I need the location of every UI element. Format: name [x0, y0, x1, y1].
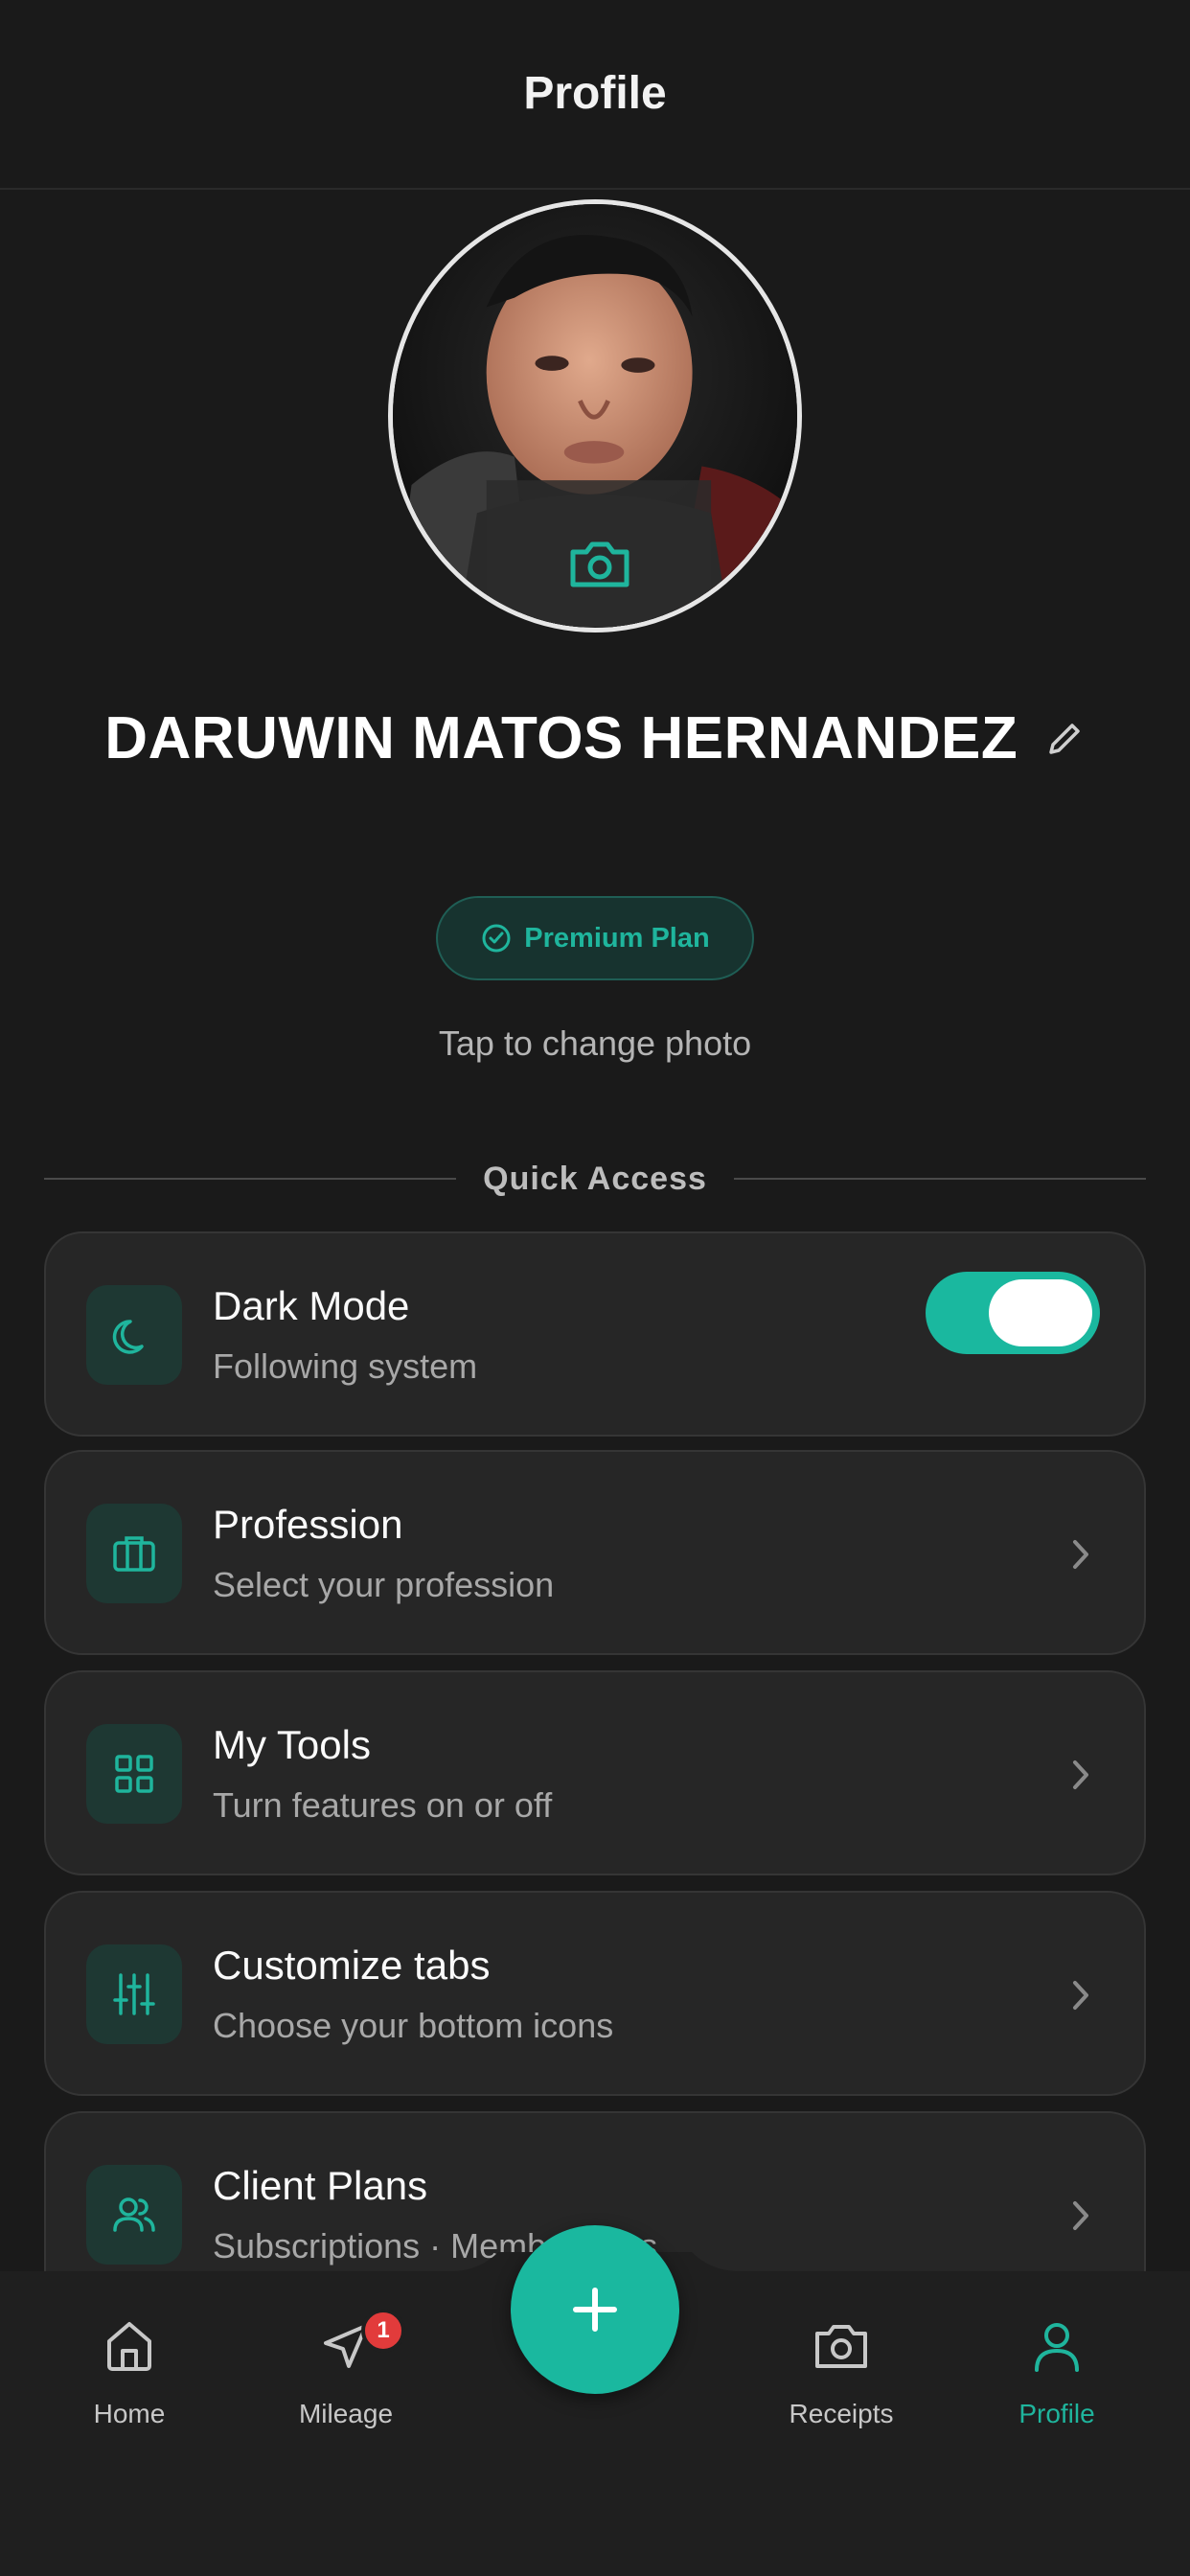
card-title: My Tools [213, 1722, 371, 1767]
chevron-right-icon [1073, 1981, 1088, 2010]
camera-icon[interactable] [565, 535, 634, 592]
notification-badge: 1 [361, 2309, 405, 2353]
card-subtitle: Turn features on or off [213, 1785, 553, 1825]
card-my-tools[interactable]: My Tools Turn features on or off [44, 1670, 1146, 1875]
tab-label: Receipts [789, 2399, 894, 2428]
card-customize-tabs[interactable]: Customize tabs Choose your bottom icons [44, 1891, 1146, 2096]
add-button[interactable] [511, 2225, 679, 2394]
divider [733, 1178, 1147, 1180]
icon-box [86, 2165, 182, 2265]
plan-label: Premium Plan [524, 922, 710, 954]
page-title: Profile [523, 68, 667, 119]
premium-plan-badge[interactable]: Premium Plan [436, 896, 754, 980]
pencil-icon[interactable] [1043, 718, 1086, 760]
profile-name: DARUWIN MATOS HERNANDEZ [104, 705, 1018, 771]
icon-box [86, 1724, 182, 1824]
dark-mode-toggle[interactable] [926, 1272, 1100, 1354]
check-circle-icon [482, 924, 511, 953]
tab-label: Mileage [298, 2399, 394, 2428]
header: Profile [0, 0, 1190, 190]
section-label: Quick Access [483, 1160, 707, 1197]
sliders-icon [113, 1973, 155, 2015]
card-dark-mode[interactable]: Dark Mode Following system [44, 1231, 1146, 1437]
tab-receipts[interactable]: Receipts [755, 2314, 927, 2429]
card-title: Profession [213, 1502, 403, 1547]
card-title: Client Plans [213, 2163, 428, 2208]
tab-mileage[interactable]: 1 Mileage [260, 2309, 432, 2429]
tab-profile[interactable]: Profile [971, 2314, 1143, 2429]
camera-icon [815, 2325, 867, 2368]
card-subtitle: Select your profession [213, 1565, 555, 1604]
chevron-right-icon [1073, 1760, 1088, 1789]
card-title: Customize tabs [213, 1943, 491, 1988]
card-subtitle: Choose your bottom icons [213, 2006, 614, 2045]
icon-box [86, 1504, 182, 1603]
plus-icon [573, 2288, 617, 2332]
users-icon [113, 2197, 155, 2232]
chevron-right-icon [1073, 2201, 1088, 2230]
home-icon [107, 2322, 151, 2371]
card-title: Dark Mode [213, 1283, 410, 1328]
avatar[interactable] [388, 199, 802, 632]
user-icon [1035, 2323, 1079, 2372]
tab-label: Home [93, 2399, 166, 2428]
icon-box [86, 1944, 182, 2044]
divider [44, 1178, 457, 1180]
tab-home[interactable]: Home [43, 2314, 216, 2429]
toggle-knob [989, 1279, 1092, 1346]
grid-icon [115, 1755, 153, 1793]
chevron-right-icon [1073, 1540, 1088, 1569]
section-header: Quick Access [44, 1160, 1147, 1198]
tab-label: Profile [1018, 2399, 1095, 2428]
tap-hint: Tap to change photo [438, 1024, 752, 1063]
card-subtitle: Following system [213, 1346, 478, 1386]
name-row: DARUWIN MATOS HERNANDEZ [0, 704, 1190, 772]
briefcase-icon [113, 1536, 155, 1572]
card-profession[interactable]: Profession Select your profession [44, 1450, 1146, 1655]
moon-icon [112, 1320, 144, 1354]
icon-box [86, 1285, 182, 1385]
